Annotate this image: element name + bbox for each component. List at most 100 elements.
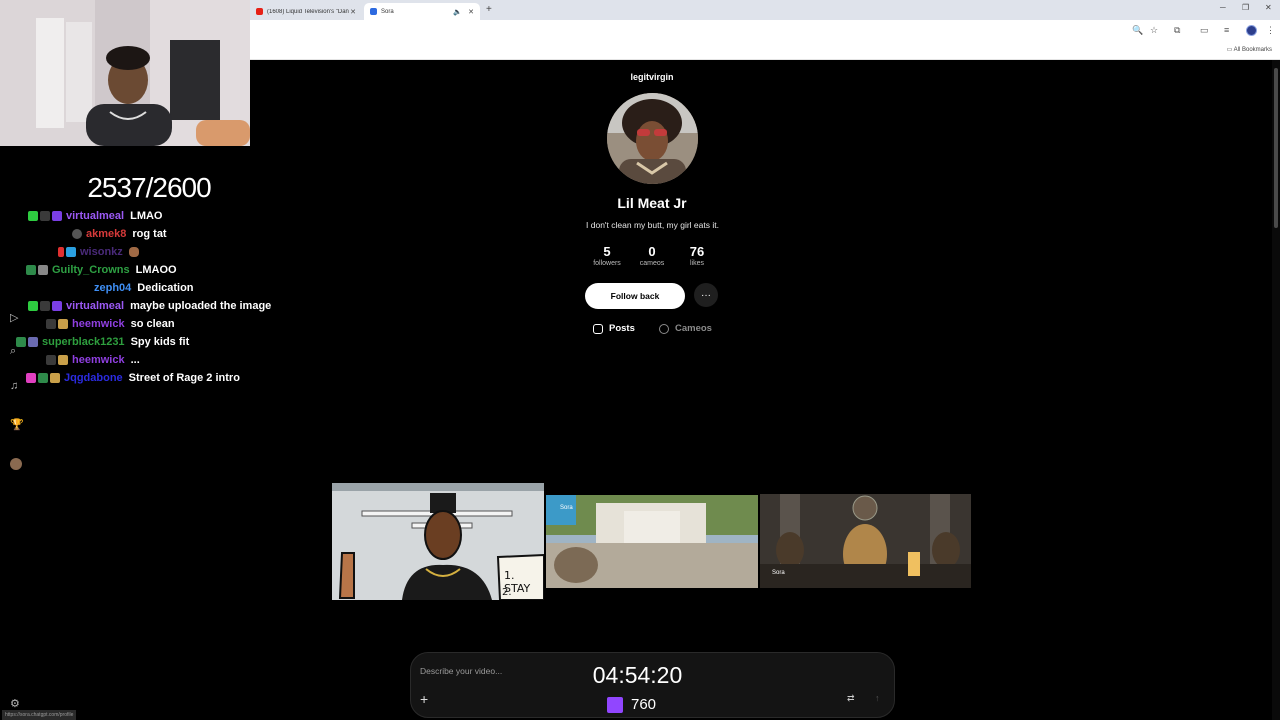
badges xyxy=(46,355,68,365)
zoom-icon[interactable]: 🔍 xyxy=(1132,25,1143,36)
chat-username[interactable]: superblack1231 xyxy=(42,336,125,348)
stat-value: 5 xyxy=(603,244,611,259)
badge-icon xyxy=(40,301,50,311)
stat-label: cameos xyxy=(639,260,665,267)
chat-username[interactable]: virtualmeal xyxy=(66,300,124,312)
search-icon[interactable]: ⌕ xyxy=(10,345,16,358)
star-icon[interactable]: ☆ xyxy=(1150,25,1158,36)
cast-icon[interactable]: ≡ xyxy=(1224,25,1229,35)
restore-icon[interactable]: ❐ xyxy=(1242,3,1249,12)
browser-tabbar: (1608) Liquid Television's "Dan... ✕ Sor… xyxy=(250,0,1280,20)
profile-avatar[interactable] xyxy=(607,93,698,184)
thumbnail-image xyxy=(760,494,971,588)
sora-watermark: Sora xyxy=(772,570,785,576)
goal-counter: 2537/2600 xyxy=(87,172,211,203)
chat-username[interactable]: Jqgdabone xyxy=(64,372,123,384)
close-window-icon[interactable]: ✕ xyxy=(1265,3,1272,12)
tab-posts[interactable]: Posts xyxy=(593,323,635,334)
video-thumbnail[interactable]: Sora xyxy=(546,495,758,588)
tab-title: (1608) Liquid Television's "Dan... xyxy=(267,8,349,15)
profile-avatar-icon[interactable] xyxy=(1246,25,1257,36)
profile-bio: I don't clean my butt, my girl eats it. xyxy=(586,220,719,230)
chat-text: Street of Rage 2 intro xyxy=(128,372,240,384)
tab-cameos[interactable]: Cameos xyxy=(659,323,712,334)
trophy-icon[interactable]: 🏆 xyxy=(10,418,24,431)
badge-icon xyxy=(46,319,56,329)
settings-icon[interactable]: ⚙ xyxy=(10,697,20,710)
stream-timer: 04:54:20 xyxy=(592,662,683,688)
badges xyxy=(72,229,82,239)
sora-watermark: Sora xyxy=(560,505,573,511)
add-icon[interactable]: + xyxy=(420,691,428,707)
badge-icon xyxy=(28,211,38,221)
chat-message: superblack1231 Spy kids fit xyxy=(16,334,189,350)
profile-handle: legitvirgin xyxy=(630,72,674,82)
chat-text: ... xyxy=(130,354,140,366)
settings-sliders-icon[interactable]: ⇄ xyxy=(847,693,855,704)
chat-username[interactable]: Guilty_Crowns xyxy=(52,264,130,276)
badge-icon xyxy=(58,319,68,329)
video-thumbnail[interactable]: 1. STAY 2. CHECK xyxy=(332,483,544,600)
bell-icon[interactable]: ♫ xyxy=(10,380,18,392)
extensions-icon[interactable]: ⧉ xyxy=(1174,25,1180,36)
emote-icon xyxy=(128,247,139,257)
profile-name: Lil Meat Jr xyxy=(617,195,687,211)
badge-icon xyxy=(40,211,50,221)
menu-icon[interactable]: ⋮ xyxy=(1266,25,1275,36)
new-tab-button[interactable]: + xyxy=(486,4,492,15)
chat-username[interactable]: akmek8 xyxy=(86,228,126,240)
chat-message: akmek8 rog tat xyxy=(72,226,167,242)
scrollbar[interactable] xyxy=(1272,60,1280,720)
chat-username[interactable]: heemwick xyxy=(72,318,125,330)
chat-username[interactable]: virtualmeal xyxy=(66,210,124,222)
thumbnail-image xyxy=(546,495,758,588)
badges xyxy=(46,319,68,329)
chat-message: wisonkz xyxy=(58,244,139,260)
bookmarks-bar: ▭ All Bookmarks xyxy=(250,42,1280,60)
play-icon[interactable]: ▷ xyxy=(10,311,18,324)
stat-label: likes xyxy=(689,260,704,267)
all-bookmarks-label: All Bookmarks xyxy=(1233,47,1272,53)
stat-followers[interactable]: 5 followers xyxy=(582,244,632,267)
scrollbar-thumb[interactable] xyxy=(1274,68,1278,228)
prompt-input[interactable]: Describe your video... xyxy=(420,666,502,676)
media-icon[interactable]: ▭ xyxy=(1200,25,1209,36)
badge-icon xyxy=(52,211,62,221)
close-icon[interactable]: ✕ xyxy=(468,8,474,16)
minimize-icon[interactable]: ─ xyxy=(1220,3,1226,12)
chat-message: Jqgdabone Street of Rage 2 intro xyxy=(26,370,240,386)
send-icon[interactable]: ↑ xyxy=(875,693,880,703)
stat-value: 0 xyxy=(648,244,656,259)
chat-text: so clean xyxy=(130,318,175,330)
badge-icon xyxy=(38,265,48,275)
all-bookmarks-button[interactable]: ▭ All Bookmarks xyxy=(1227,46,1272,53)
badge-icon xyxy=(66,247,76,257)
tab-sora[interactable]: Sora 🔈 ✕ xyxy=(364,3,480,20)
badge-icon xyxy=(28,337,38,347)
sign-text-2: 2. CHECK xyxy=(502,587,536,600)
posts-icon xyxy=(593,323,603,334)
stat-cameos[interactable]: 0 cameos xyxy=(627,244,677,267)
more-options-button[interactable]: ··· xyxy=(694,283,718,307)
close-icon[interactable]: ✕ xyxy=(350,8,356,16)
twitch-icon xyxy=(607,696,623,713)
chat-username[interactable]: wisonkz xyxy=(80,246,123,258)
video-thumbnail[interactable]: Sora xyxy=(760,494,971,588)
tab-title: Sora xyxy=(381,8,394,15)
profile-icon[interactable] xyxy=(10,458,22,470)
speaker-icon[interactable]: 🔈 xyxy=(453,8,462,16)
badge-icon xyxy=(52,301,62,311)
youtube-icon xyxy=(256,8,263,15)
chat-text: Dedication xyxy=(137,282,194,294)
tab-youtube[interactable]: (1608) Liquid Television's "Dan... ✕ xyxy=(250,3,362,20)
badge-icon xyxy=(28,301,38,311)
badges xyxy=(16,337,38,347)
viewer-number: 760 xyxy=(631,696,657,713)
chat-username[interactable]: heemwick xyxy=(72,354,125,366)
chat-username[interactable]: zeph04 xyxy=(94,282,131,294)
chat-message: zeph04 Dedication xyxy=(94,280,194,296)
badge-icon xyxy=(38,373,48,383)
follow-back-button[interactable]: Follow back xyxy=(585,283,685,309)
badge-icon xyxy=(26,373,36,383)
cameos-icon xyxy=(659,323,669,334)
